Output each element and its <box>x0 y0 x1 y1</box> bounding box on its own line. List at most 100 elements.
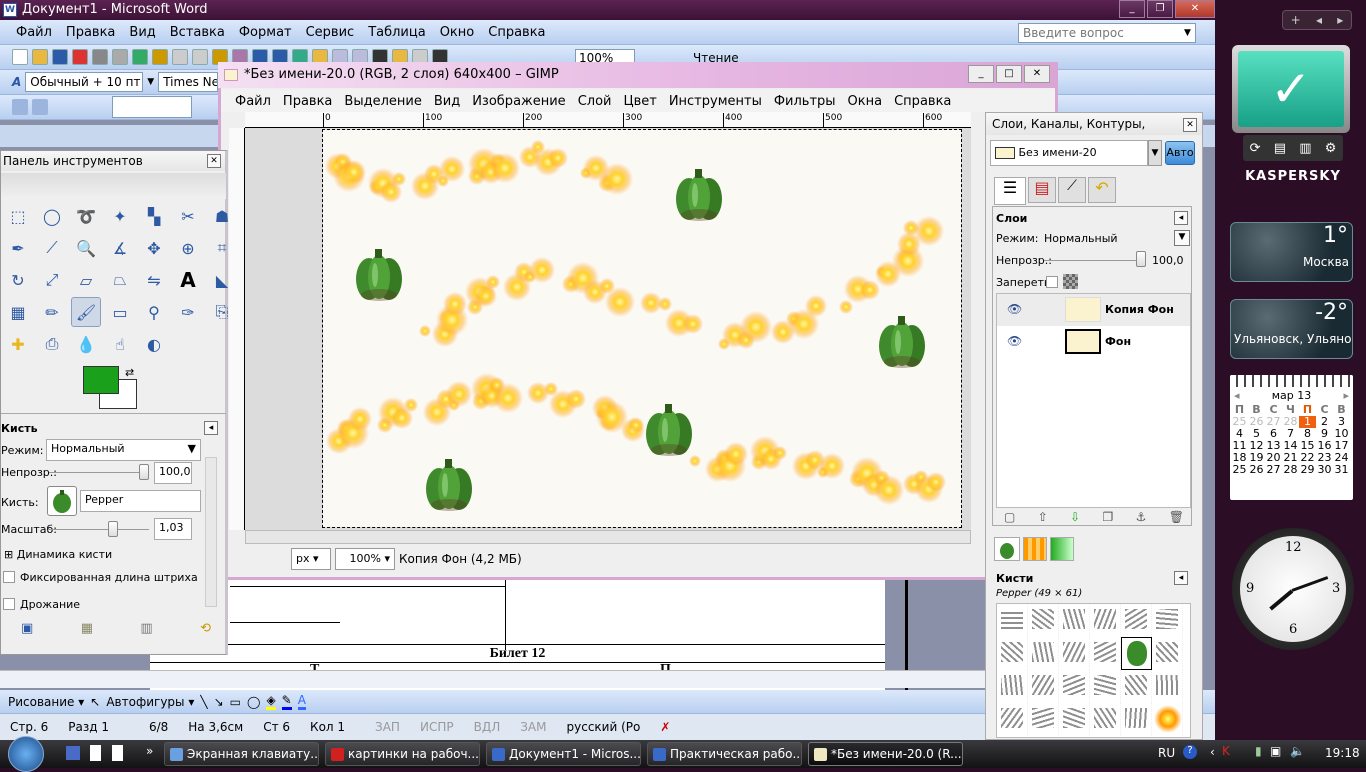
brush-item[interactable] <box>1059 670 1090 703</box>
taskbar-button[interactable]: Практическая рабо... <box>647 742 802 766</box>
toolbar-button-icon[interactable] <box>72 49 88 65</box>
dodge-burn-icon[interactable]: ◐ <box>139 329 169 359</box>
toolbar-button-icon[interactable] <box>12 49 28 65</box>
opacity-slider[interactable] <box>139 464 149 480</box>
kaspersky-gadget[interactable]: ✓ ⟳ ▤ ▥ ⚙ KASPERSKY <box>1232 45 1354 210</box>
tab-brushes[interactable] <box>994 537 1020 561</box>
eye-icon[interactable]: 👁 <box>1007 302 1022 316</box>
show-hidden-icon[interactable]: ‹ <box>1210 745 1215 759</box>
minimize-button[interactable]: _ <box>968 65 994 83</box>
measure-icon[interactable]: ∡ <box>105 233 135 263</box>
layer-name[interactable]: Фон <box>1105 335 1131 348</box>
menu-item[interactable]: Справка <box>894 94 951 109</box>
paintbrush-icon[interactable]: 🖌 <box>71 297 101 327</box>
close-icon[interactable]: ✕ <box>207 154 221 168</box>
perspective-clone-icon[interactable]: ⎙ <box>37 329 67 359</box>
calendar-day[interactable]: 29 <box>1299 464 1316 476</box>
brush-item[interactable] <box>1152 637 1183 670</box>
brush-item[interactable] <box>1090 604 1121 637</box>
brush-item[interactable] <box>997 703 1028 736</box>
brush-item[interactable] <box>1028 637 1059 670</box>
restore-button[interactable]: ❐ <box>1147 0 1173 18</box>
brush-item[interactable] <box>997 604 1028 637</box>
calendar-day[interactable]: 31 <box>1333 464 1350 476</box>
brush-item[interactable] <box>1028 604 1059 637</box>
horizontal-scrollbar[interactable] <box>0 670 1130 688</box>
clone-icon[interactable]: ⎘ <box>207 297 237 327</box>
pointer-icon[interactable]: ↖ <box>90 695 100 709</box>
status-language[interactable]: русский (Ро <box>557 720 651 734</box>
tab-undo[interactable]: ↶ <box>1088 177 1116 203</box>
heal-icon[interactable]: ✚ <box>3 329 33 359</box>
tab-menu-icon[interactable]: ◂ <box>204 421 218 435</box>
chevron-down-icon[interactable]: ▼ <box>1184 28 1191 38</box>
horizontal-ruler[interactable]: 0 100 200 300 400 500 600 <box>245 112 971 128</box>
move-icon[interactable]: ✥ <box>139 233 169 263</box>
ellipse-select-icon[interactable]: ◯ <box>37 201 67 231</box>
menu-item[interactable]: Вид <box>434 94 460 109</box>
menu-item[interactable]: Вид <box>129 25 155 40</box>
menu-item[interactable]: Формат <box>239 25 292 40</box>
arrow-icon[interactable]: ↘ <box>214 695 224 709</box>
layer-row[interactable]: 👁 Копия Фон <box>997 294 1190 326</box>
menu-item[interactable]: Правка <box>283 94 332 109</box>
toolbar-button-icon[interactable] <box>192 49 208 65</box>
toolbar-button-icon[interactable] <box>92 49 108 65</box>
lock-alpha-icon[interactable] <box>1063 274 1078 289</box>
lower-layer-icon[interactable]: ⇩ <box>1070 510 1080 524</box>
brush-name-field[interactable]: Pepper <box>80 490 201 512</box>
foreground-color[interactable] <box>83 366 119 394</box>
brush-preview-button[interactable] <box>47 486 77 516</box>
horizontal-scrollbar[interactable] <box>245 530 971 544</box>
weather-gadget-ulyanovsk[interactable]: -2° Ульяновск, Ульяно... <box>1230 299 1353 359</box>
chevron-down-icon[interactable]: ▼ <box>147 77 154 87</box>
brush-item[interactable] <box>1090 670 1121 703</box>
menu-item[interactable]: Инструменты <box>669 94 762 109</box>
calendar-gadget[interactable]: ◂ мар 13 ▸ П В С Ч П С В 25 26 27 28 1 2 3 4 5 6 7 8 9 10 11 12 1… <box>1230 375 1353 500</box>
document-icon[interactable] <box>112 745 123 761</box>
lock-pixels-checkbox[interactable] <box>1046 276 1058 288</box>
brush-item[interactable] <box>1028 670 1059 703</box>
brush-item[interactable] <box>1090 703 1121 736</box>
brush-item[interactable] <box>1059 604 1090 637</box>
scale-icon[interactable]: ⤢ <box>37 265 67 295</box>
style-combo[interactable]: Обычный + 10 пт <box>25 72 144 92</box>
image-canvas[interactable] <box>322 129 962 528</box>
status-ext[interactable]: ВДЛ <box>464 720 511 734</box>
scale-slider[interactable] <box>108 521 118 537</box>
tab-paths[interactable]: ⟋ <box>1058 177 1086 203</box>
tab-layers[interactable]: ☰ <box>994 177 1026 205</box>
network-icon[interactable]: ▣ <box>1270 744 1281 758</box>
scan-icon[interactable]: ▥ <box>1299 141 1311 156</box>
brush-item[interactable] <box>997 637 1028 670</box>
restore-options-icon[interactable]: ▦ <box>81 621 93 636</box>
status-ovr[interactable]: ЗАМ <box>510 720 556 734</box>
delete-options-icon[interactable]: ▥ <box>140 621 152 636</box>
next-icon[interactable]: ▸ <box>1337 13 1343 27</box>
anchor-icon[interactable]: ⚓ <box>1136 510 1147 524</box>
menu-item[interactable]: Файл <box>16 25 52 40</box>
previous-icon[interactable]: ◂ <box>1316 13 1322 27</box>
layer-row[interactable]: 👁 Фон <box>997 326 1190 358</box>
close-button[interactable]: ✕ <box>1175 0 1215 18</box>
calendar-day[interactable]: 26 <box>1248 464 1265 476</box>
menu-item[interactable]: Окно <box>440 25 475 40</box>
taskbar-button[interactable]: картинки на рабоч... <box>325 742 480 766</box>
lasso-icon[interactable]: ➰ <box>71 201 101 231</box>
tab-menu-icon[interactable]: ◂ <box>1174 211 1188 225</box>
pencil-icon[interactable]: ✏ <box>37 297 67 327</box>
scissors-icon[interactable]: ✂ <box>173 201 203 231</box>
ink-icon[interactable]: ✑ <box>173 297 203 327</box>
fixed-length-checkbox[interactable] <box>3 571 15 583</box>
raise-layer-icon[interactable]: ⇧ <box>1038 510 1048 524</box>
more-icon[interactable]: » <box>146 744 153 758</box>
brush-item[interactable] <box>1090 637 1121 670</box>
airbrush-icon[interactable]: ⚲ <box>139 297 169 327</box>
status-trk[interactable]: ИСПР <box>410 720 464 734</box>
taskbar-button[interactable]: Документ1 - Micros... <box>486 742 641 766</box>
kmplayer-icon[interactable] <box>66 746 80 760</box>
autoshapes-button[interactable]: Автофигуры ▾ <box>106 695 194 709</box>
menu-item[interactable]: Правка <box>66 25 115 40</box>
brush-item[interactable] <box>1152 604 1183 637</box>
toolbar-button-icon[interactable] <box>112 49 128 65</box>
